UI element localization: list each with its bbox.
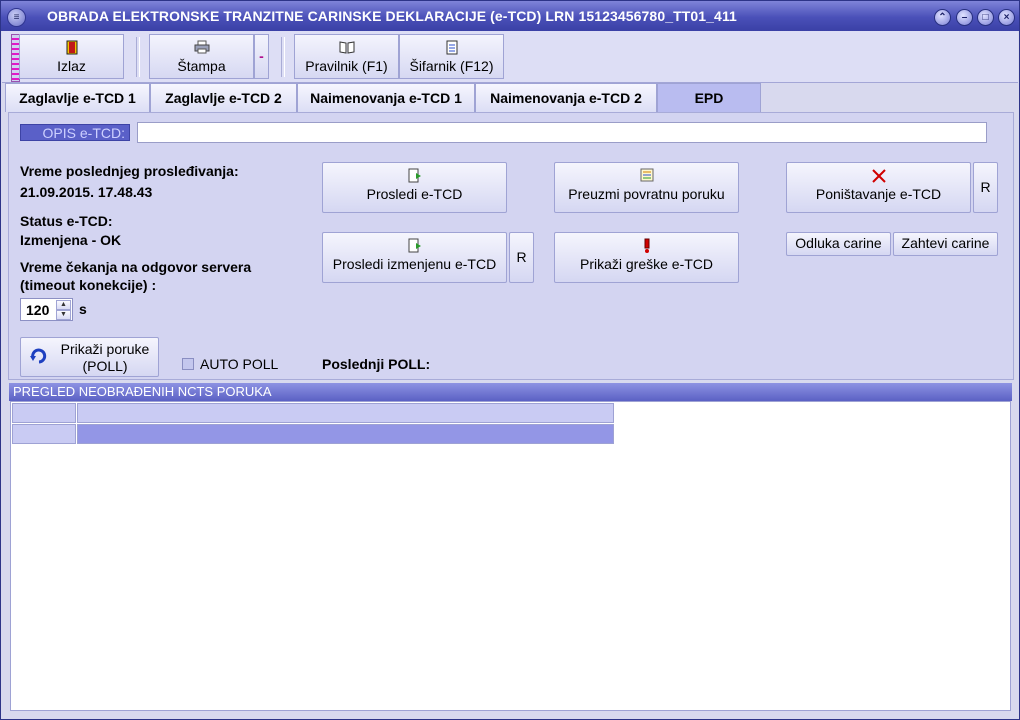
poll-button[interactable]: Prikaži poruke (POLL)	[20, 337, 159, 377]
poll-button-label-2: (POLL)	[82, 358, 128, 374]
last-forward-label: Vreme poslednjeg prosleđivanja:	[20, 163, 239, 179]
title-bar: ≡ OBRADA ELEKTRONSKE TRANZITNE CARINSKE …	[1, 1, 1019, 31]
grid-row[interactable]	[77, 424, 614, 444]
exclamation-icon	[555, 238, 738, 254]
window-title: OBRADA ELEKTRONSKE TRANZITNE CARINSKE DE…	[47, 8, 737, 24]
auto-poll-checkbox[interactable]	[182, 358, 194, 370]
preuzmi-button[interactable]: Preuzmi povratnu poruku	[554, 162, 739, 213]
messages-grid[interactable]	[10, 401, 1011, 711]
spinner-up-icon[interactable]: ▲	[56, 300, 71, 310]
message-list-icon	[555, 168, 738, 184]
timeout-spinner[interactable]: 120 ▲ ▼	[20, 298, 73, 321]
system-menu-icon[interactable]: ≡	[7, 8, 26, 27]
grid-row-selector[interactable]	[12, 424, 76, 444]
document-arrow-icon	[323, 238, 506, 254]
tab-zaglavlje-2[interactable]: Zaglavlje e-TCD 2	[150, 83, 297, 112]
timeout-unit: s	[79, 301, 87, 317]
refresh-arrow-icon	[30, 348, 48, 367]
tab-naimenovanja-2[interactable]: Naimenovanja e-TCD 2	[475, 83, 657, 112]
timeout-value[interactable]: 120	[26, 302, 49, 318]
red-x-icon	[787, 168, 970, 184]
stampa-button[interactable]: Štampa	[149, 34, 254, 79]
prosledi-button[interactable]: Prosledi e-TCD	[322, 162, 507, 213]
status-value: Izmenjena - OK	[20, 232, 122, 248]
toolbar-separator	[281, 37, 285, 77]
status-label: Status e-TCD:	[20, 213, 113, 229]
document-list-icon	[400, 40, 503, 56]
document-arrow-icon	[323, 168, 506, 184]
poll-button-label-1: Prikaži poruke	[60, 341, 150, 357]
last-forward-value: 21.09.2015. 17.48.43	[20, 184, 153, 200]
spinner-down-icon[interactable]: ▼	[56, 310, 71, 320]
zahtevi-carine-button[interactable]: Zahtevi carine	[893, 232, 998, 256]
r-button-ponistavanje[interactable]: R	[973, 162, 998, 213]
stampa-dropdown-button[interactable]: -	[254, 34, 269, 79]
toolbar-separator	[136, 37, 140, 77]
ponistavanje-button[interactable]: Poništavanje e-TCD	[786, 162, 971, 213]
opis-label: OPIS e-TCD:	[20, 124, 130, 141]
auto-poll-label: AUTO POLL	[200, 356, 279, 372]
izlaz-button[interactable]: Izlaz	[19, 34, 124, 79]
exit-door-icon	[20, 40, 123, 56]
sifarnik-button[interactable]: Šifarnik (F12)	[399, 34, 504, 79]
tab-zaglavlje-1[interactable]: Zaglavlje e-TCD 1	[5, 83, 150, 112]
opis-input[interactable]	[137, 122, 987, 143]
help-icon[interactable]: ⌃	[934, 9, 951, 26]
tab-naimenovanja-1[interactable]: Naimenovanja e-TCD 1	[297, 83, 475, 112]
tab-epd[interactable]: EPD	[657, 83, 761, 113]
timeout-label-2: (timeout konekcije) :	[20, 277, 157, 293]
r-button-izmenjenu[interactable]: R	[509, 232, 534, 283]
odluka-carine-button[interactable]: Odluka carine	[786, 232, 891, 256]
grid-row-header[interactable]	[12, 403, 76, 423]
minimize-icon[interactable]: –	[956, 9, 973, 26]
last-poll-label: Poslednji POLL:	[322, 356, 431, 372]
grid-column-header[interactable]	[77, 403, 614, 423]
grid-title: PREGLED NEOBRAĐENIH NCTS PORUKA	[9, 383, 1012, 401]
printer-icon	[150, 40, 253, 56]
close-icon[interactable]: ×	[998, 9, 1015, 26]
prikazi-greske-button[interactable]: Prikaži greške e-TCD	[554, 232, 739, 283]
prosledi-izmenjenu-button[interactable]: Prosledi izmenjenu e-TCD	[322, 232, 507, 283]
maximize-icon[interactable]: □	[977, 9, 994, 26]
timeout-label: Vreme čekanja na odgovor servera	[20, 259, 252, 275]
book-icon	[295, 40, 398, 56]
main-window: ≡ OBRADA ELEKTRONSKE TRANZITNE CARINSKE …	[0, 0, 1020, 720]
pravilnik-button[interactable]: Pravilnik (F1)	[294, 34, 399, 79]
